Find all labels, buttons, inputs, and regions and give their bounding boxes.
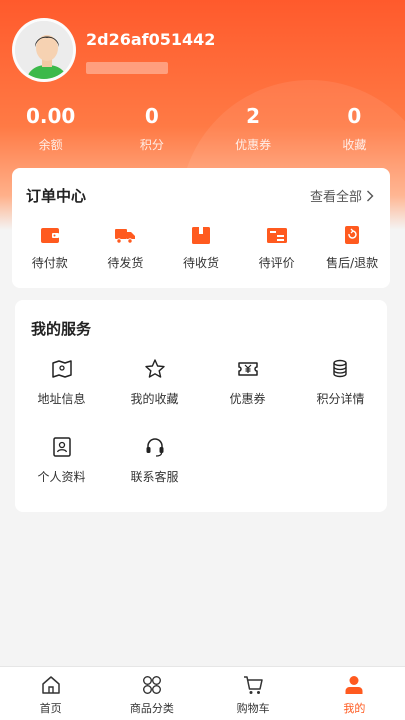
order-pending-review[interactable]: 待评价 [239,224,315,271]
services-grid: 地址信息 我的收藏 优惠券 积分详情 个人资料 联系客服 [15,358,387,514]
service-coupons[interactable]: 优惠券 [201,358,294,436]
service-favorites[interactable]: 我的收藏 [108,358,201,436]
service-label: 联系客服 [130,470,179,484]
stat-points[interactable]: 0 积分 [101,102,202,158]
cart-icon [244,676,263,694]
stat-coupons[interactable]: 2 优惠券 [203,102,304,158]
home-icon [41,676,60,694]
tab-label: 我的 [343,702,366,715]
avatar[interactable] [12,18,76,82]
review-icon [266,228,287,243]
service-label: 我的收藏 [130,392,179,406]
order-after-sales[interactable]: 售后/退款 [314,224,390,271]
profile-card-icon [52,437,71,457]
my-services-title: 我的服务 [31,320,92,338]
avatar-icon [15,21,73,79]
tab-label: 首页 [39,702,62,715]
order-item-label: 待评价 [258,256,295,270]
stat-value: 0 [144,104,159,128]
view-all-orders-link[interactable]: 查看全部 [310,186,374,205]
stat-label: 收藏 [342,138,367,152]
tab-cart[interactable]: 购物车 [203,667,304,720]
tab-mine[interactable]: 我的 [304,667,405,720]
order-center-title: 订单中心 [26,187,87,205]
view-all-label: 查看全部 [309,190,362,205]
tab-categories[interactable]: 商品分类 [101,667,202,720]
username-subline-placeholder [86,62,168,74]
package-icon [191,227,210,244]
order-status-row: 待付款 待发货 待收货 待评价 售后/退款 [12,224,390,271]
service-label: 积分详情 [316,392,365,406]
stat-favorites[interactable]: 0 收藏 [304,102,405,158]
order-pending-shipment[interactable]: 待发货 [88,224,164,271]
coupon-icon [237,362,258,376]
account-stats: 0.00 余额 0 积分 2 优惠券 0 收藏 [0,102,405,158]
order-item-label: 待发货 [107,256,144,270]
stat-balance[interactable]: 0.00 余额 [0,102,101,158]
stat-label: 余额 [38,138,63,152]
service-points-detail[interactable]: 积分详情 [294,358,387,436]
stat-value: 2 [246,104,261,128]
order-center-card: 订单中心 查看全部 待付款 待发货 待收货 待评价 售后/退款 [12,168,390,288]
stat-label: 积分 [139,138,164,152]
grid-icon [142,676,161,694]
order-item-label: 售后/退款 [326,256,379,270]
service-contact-support[interactable]: 联系客服 [108,436,201,514]
bottom-tab-bar: 首页 商品分类 购物车 我的 [0,666,405,720]
tab-home[interactable]: 首页 [0,667,101,720]
stat-value: 0.00 [25,104,76,128]
stat-label: 优惠券 [235,138,272,152]
username: 2d26af051442 [86,30,216,49]
headset-icon [146,438,163,457]
truck-icon [115,229,136,244]
chevron-right-icon [367,190,374,201]
order-item-label: 待收货 [182,256,219,270]
service-profile[interactable]: 个人资料 [15,436,108,514]
order-pending-payment[interactable]: 待付款 [12,224,88,271]
service-label: 个人资料 [37,470,86,484]
coins-icon [332,359,347,378]
my-services-card: 我的服务 地址信息 我的收藏 优惠券 积分详情 个人资料 联系客服 [15,300,387,512]
service-address[interactable]: 地址信息 [15,358,108,436]
stat-value: 0 [347,104,362,128]
star-icon [144,359,165,378]
refund-icon [345,226,360,244]
order-pending-receipt[interactable]: 待收货 [163,224,239,271]
tab-label: 商品分类 [129,702,174,715]
tab-label: 购物车 [236,702,270,715]
order-item-label: 待付款 [31,256,68,270]
service-label: 优惠券 [229,392,266,406]
user-icon [345,676,363,694]
wallet-icon [40,228,59,243]
service-label: 地址信息 [37,392,86,406]
map-icon [51,360,72,378]
